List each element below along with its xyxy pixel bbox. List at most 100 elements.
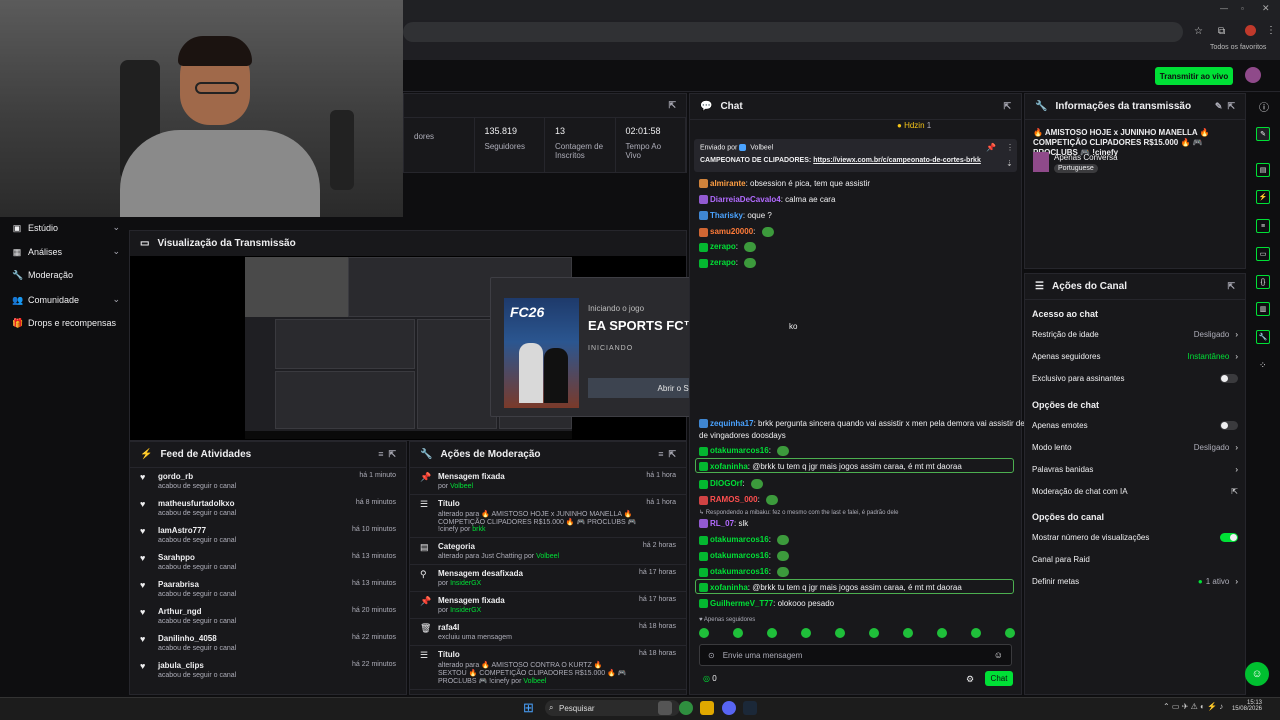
steam-icon[interactable] xyxy=(743,701,757,715)
rail-wrench-icon[interactable]: 🔧 xyxy=(1256,330,1270,344)
rail-chat-icon[interactable]: ▭ xyxy=(1256,247,1270,261)
activity-user[interactable]: jabula_clips xyxy=(158,661,344,670)
toggle-switch[interactable] xyxy=(1220,533,1238,542)
chrome-icon[interactable] xyxy=(679,701,693,715)
activity-user[interactable]: Arthur_ngd xyxy=(158,607,344,616)
emote-icon[interactable] xyxy=(1005,628,1015,638)
extensions-icon[interactable]: ⧉ xyxy=(1218,26,1225,37)
emote-icon[interactable] xyxy=(937,628,947,638)
emote-icon[interactable] xyxy=(699,628,709,638)
channel-option-row[interactable]: Apenas seguidores Instantâneo › xyxy=(1032,352,1238,361)
discord-icon[interactable] xyxy=(722,701,736,715)
chat-username[interactable]: GuilhermeV_T77 xyxy=(710,599,773,608)
moderation-by[interactable]: brkk xyxy=(472,526,485,533)
channel-points[interactable]: ◎ 0 xyxy=(703,674,717,683)
rail-code-icon[interactable]: {} xyxy=(1256,275,1270,289)
rail-lightning-icon[interactable]: ⚡ xyxy=(1256,190,1270,204)
activity-user[interactable]: Paarabrisa xyxy=(158,580,344,589)
channel-option-row[interactable]: Definir metas ● 1 ativo › xyxy=(1032,577,1238,586)
minimize-icon[interactable]: — xyxy=(1220,4,1228,13)
chat-username[interactable]: DiarreiaDeCavalo4 xyxy=(710,195,781,204)
send-chat-button[interactable]: Chat xyxy=(985,671,1013,686)
file-explorer-icon[interactable] xyxy=(700,701,714,715)
hype-train[interactable]: ● Hdzin 1 xyxy=(897,121,931,130)
emote-icon[interactable] xyxy=(767,628,777,638)
channel-option-row[interactable]: Modo lento Desligado › xyxy=(1032,443,1238,452)
chat-username[interactable]: zerapo xyxy=(710,258,736,267)
channel-option-row[interactable]: Palavras banidas › xyxy=(1032,465,1238,474)
emote-icon[interactable] xyxy=(971,628,981,638)
chat-input[interactable]: ⊙ Envie uma mensagem ☺ xyxy=(699,644,1012,666)
channel-option-row[interactable]: Restrição de idade Desligado › xyxy=(1032,330,1238,339)
popout-icon[interactable]: ⇱ xyxy=(1227,281,1235,292)
system-tray-icons[interactable]: ⌃ ▭ ✈ ⚠ ◐ ⚡ ♪ xyxy=(1163,702,1223,711)
nav-item-1[interactable]: ▦ Análises ⌄ xyxy=(12,246,120,257)
emoji-icon[interactable]: ☺ xyxy=(994,650,1003,660)
channel-option-row[interactable]: Canal para Raid xyxy=(1032,555,1238,564)
task-view-icon[interactable] xyxy=(658,701,672,715)
close-window-icon[interactable]: ✕ xyxy=(1262,3,1270,14)
emote-icon[interactable] xyxy=(903,628,913,638)
go-live-button[interactable]: Transmitir ao vivo xyxy=(1155,67,1233,85)
nav-item-3[interactable]: 👥 Comunidade ⌄ xyxy=(12,294,120,305)
emote-icon[interactable] xyxy=(869,628,879,638)
chat-username[interactable]: samu20000 xyxy=(710,227,753,236)
chat-username[interactable]: otakumarcos16 xyxy=(710,446,769,455)
filter-icon[interactable]: ≡ ⇱ xyxy=(658,449,676,460)
toggle-switch[interactable] xyxy=(1220,374,1238,383)
taskbar-clock[interactable]: 15:13 15/08/2026 xyxy=(1228,700,1262,712)
activity-user[interactable]: IamAstro777 xyxy=(158,526,344,535)
chat-username[interactable]: otakumarcos16 xyxy=(710,551,769,560)
pinned-link[interactable]: https://viewx.com.br/c/campeonato-de-cor… xyxy=(813,157,981,164)
chat-username[interactable]: otakumarcos16 xyxy=(710,535,769,544)
moderation-by[interactable]: Volbeel xyxy=(450,483,473,490)
rail-card-icon[interactable]: ▤ xyxy=(1256,163,1270,177)
chat-username[interactable]: zequinha17 xyxy=(710,419,754,428)
filter-icon[interactable]: ≡ ⇱ xyxy=(378,449,396,460)
chat-username[interactable]: almirante xyxy=(710,179,746,188)
channel-option-row[interactable]: Apenas emotes xyxy=(1032,421,1238,430)
edit-icon[interactable]: ✎ ⇱ xyxy=(1215,101,1235,112)
chat-username[interactable]: zerapo xyxy=(710,242,736,251)
maximize-icon[interactable]: ▫ xyxy=(1241,4,1244,13)
bookmark-star-icon[interactable]: ☆ xyxy=(1194,26,1203,37)
moderation-by[interactable]: Volbeel xyxy=(523,678,546,685)
moderation-by[interactable]: InsiderGX xyxy=(450,607,481,614)
chat-username[interactable]: RAMOS_000 xyxy=(710,495,758,504)
nav-item-2[interactable]: 🔧 Moderação xyxy=(12,270,120,280)
chat-username[interactable]: RL_07 xyxy=(710,519,734,528)
more-options-icon[interactable]: ⋮ xyxy=(1006,143,1014,152)
moderation-by[interactable]: InsiderGX xyxy=(450,580,481,587)
pin-icon[interactable]: 📌 xyxy=(986,143,996,152)
chat-username[interactable]: DIOGOrf xyxy=(710,479,742,488)
emote-icon[interactable] xyxy=(801,628,811,638)
rail-list-icon[interactable]: ≡ xyxy=(1256,219,1270,233)
all-bookmarks[interactable]: Todos os favoritos xyxy=(1210,44,1266,51)
windows-start-icon[interactable]: ⊞ xyxy=(523,700,534,716)
toggle-switch[interactable] xyxy=(1220,421,1238,430)
activity-user[interactable]: Sarahppo xyxy=(158,553,344,562)
moderation-by[interactable]: Volbeel xyxy=(536,553,559,560)
channel-option-row[interactable]: Moderação de chat com IA ⇱ xyxy=(1032,487,1238,496)
browser-menu-icon[interactable]: ⋮ xyxy=(1266,25,1276,36)
emote-icon[interactable] xyxy=(733,628,743,638)
emote-icon[interactable] xyxy=(835,628,845,638)
nav-item-0[interactable]: ▣ Estúdio ⌄ xyxy=(12,222,120,233)
gear-icon[interactable]: ⚙ xyxy=(966,674,974,685)
popout-icon[interactable]: ⇱ xyxy=(1003,101,1011,112)
chat-settings-icon[interactable]: ⊙ xyxy=(708,651,715,660)
activity-user[interactable]: matheusfurtadolkxo xyxy=(158,499,348,508)
chat-username[interactable]: otakumarcos16 xyxy=(710,567,769,576)
address-bar[interactable] xyxy=(403,22,1183,42)
activity-user[interactable]: Danilinho_4058 xyxy=(158,634,344,643)
channel-option-row[interactable]: Mostrar número de visualizações xyxy=(1032,533,1238,542)
chat-username[interactable]: Tharisky xyxy=(710,211,743,220)
rail-panel-icon[interactable]: ▥ xyxy=(1256,302,1270,316)
rail-apps-icon[interactable]: ⁘ xyxy=(1259,360,1267,371)
profile-avatar[interactable] xyxy=(1245,25,1256,36)
pencil-icon[interactable]: ✎ xyxy=(1256,127,1270,141)
nav-item-4[interactable]: 🎁 Drops e recompensas xyxy=(12,318,120,328)
popout-icon[interactable]: ⇱ xyxy=(668,100,676,111)
user-avatar[interactable] xyxy=(1245,67,1261,83)
collapse-icon[interactable]: ⇣ xyxy=(1006,159,1013,168)
